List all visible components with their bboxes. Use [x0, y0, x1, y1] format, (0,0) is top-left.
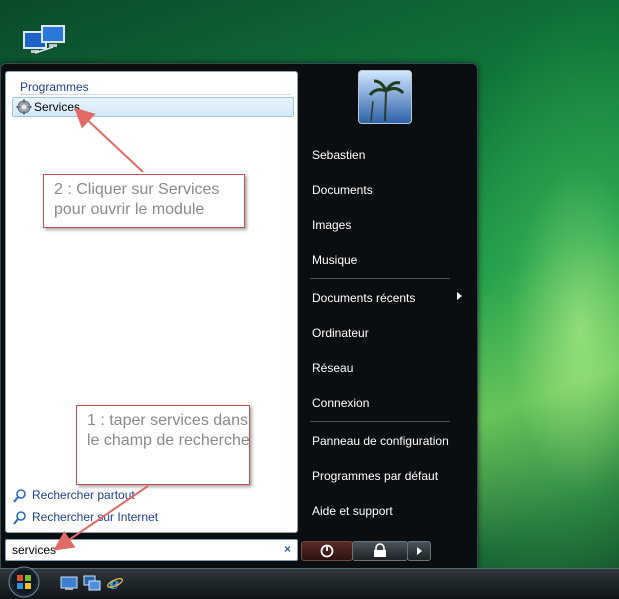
- callout-step-1: 1 : taper services dans le champ de rech…: [76, 405, 250, 485]
- power-button[interactable]: [301, 541, 353, 561]
- search-icon: [13, 489, 26, 503]
- menu-item-images[interactable]: Images: [312, 218, 351, 232]
- menu-item-control-panel[interactable]: Panneau de configuration: [312, 434, 449, 448]
- start-orb-button[interactable]: [4, 566, 44, 598]
- callout-step-2: 2 : Cliquer sur Services pour ouvrir le …: [43, 174, 245, 228]
- search-everywhere-label: Rechercher partout: [32, 488, 135, 502]
- lock-button[interactable]: [352, 541, 408, 561]
- user-avatar[interactable]: [358, 70, 412, 124]
- menu-item-help[interactable]: Aide et support: [312, 504, 393, 518]
- internet-explorer-icon[interactable]: e: [106, 574, 124, 592]
- menu-separator: [310, 421, 450, 422]
- shutdown-options-button[interactable]: [407, 541, 431, 561]
- svg-text:e: e: [109, 574, 119, 592]
- start-search-input[interactable]: services ×: [5, 539, 298, 561]
- network-desktop-icon[interactable]: [22, 24, 68, 64]
- callout-step-1-text: 1 : taper services dans le champ de rech…: [87, 412, 250, 449]
- menu-item-connect[interactable]: Connexion: [312, 396, 369, 410]
- menu-item-computer[interactable]: Ordinateur: [312, 326, 369, 340]
- show-desktop-icon[interactable]: [60, 574, 78, 592]
- menu-item-default-programs[interactable]: Programmes par défaut: [312, 469, 438, 483]
- menu-item-user[interactable]: Sebastien: [312, 148, 365, 162]
- chevron-right-icon: [417, 547, 422, 555]
- search-input-value: services: [12, 543, 57, 557]
- result-item-label: Services: [34, 100, 81, 114]
- power-icon: [320, 544, 334, 558]
- programs-divider: [20, 94, 291, 95]
- search-icon: [13, 511, 26, 525]
- menu-separator: [310, 278, 450, 279]
- menu-item-music[interactable]: Musique: [312, 253, 357, 267]
- gear-icon: [16, 99, 32, 115]
- callout-step-2-text: 2 : Cliquer sur Services pour ouvrir le …: [54, 181, 220, 218]
- programs-header: Programmes: [20, 80, 89, 94]
- menu-item-recent-documents[interactable]: Documents récents: [312, 291, 415, 305]
- menu-item-documents[interactable]: Documents: [312, 183, 373, 197]
- search-internet-label: Rechercher sur Internet: [32, 510, 159, 524]
- start-menu: Programmes Services Rechercher partout R…: [0, 63, 478, 570]
- switch-windows-icon[interactable]: [83, 574, 101, 592]
- menu-item-network[interactable]: Réseau: [312, 361, 353, 375]
- clear-search-icon[interactable]: ×: [284, 542, 291, 556]
- submenu-arrow-icon: [457, 292, 462, 300]
- lock-icon: [374, 543, 386, 557]
- result-item-services[interactable]: Services: [12, 97, 294, 117]
